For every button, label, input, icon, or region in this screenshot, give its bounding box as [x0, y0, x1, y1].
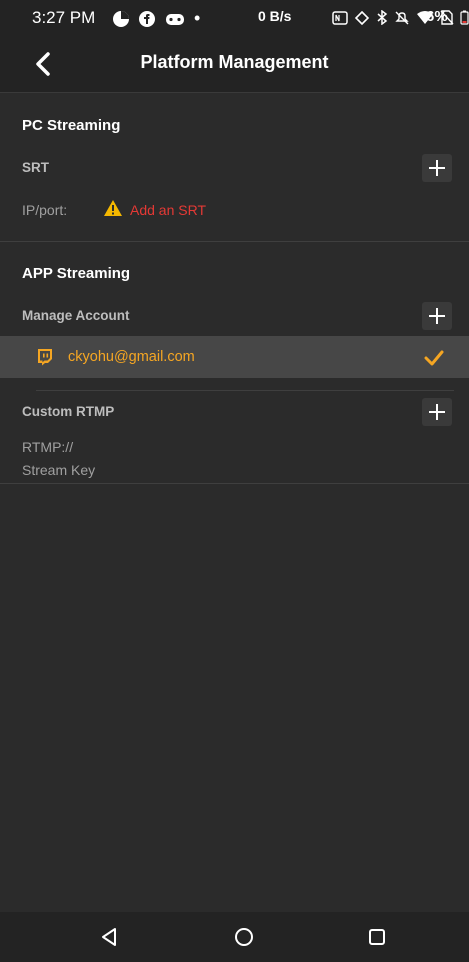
status-dot: • [194, 8, 201, 28]
system-nav-bar [0, 912, 469, 962]
status-bar: 3:27 PM • 0 B/s 6% [0, 0, 469, 36]
add-srt-button[interactable] [422, 154, 452, 182]
recents-square-icon[interactable] [366, 926, 388, 948]
srt-label: SRT [22, 160, 49, 175]
page-title: Platform Management [140, 52, 329, 72]
stream-key-label: Stream Key [22, 462, 96, 478]
status-time: 3:27 PM [32, 8, 96, 27]
status-notification-icons: • [112, 8, 200, 29]
add-account-button[interactable] [422, 302, 452, 330]
home-circle-icon[interactable] [233, 926, 255, 948]
rtmp-url-label: RTMP:// [22, 439, 74, 455]
sync-icon [354, 10, 370, 25]
game-controller-icon [166, 13, 184, 25]
warning-icon [104, 200, 122, 216]
checkmark-icon [424, 350, 444, 366]
account-email: ckyohu@gmail.com [68, 349, 195, 365]
account-row[interactable]: ckyohu@gmail.com [0, 336, 469, 378]
plus-icon [429, 160, 445, 176]
add-srt-link[interactable]: Add an SRT [130, 202, 206, 218]
twitch-icon [38, 349, 52, 366]
bluetooth-icon [377, 10, 388, 25]
plus-icon [429, 404, 445, 420]
app-header: Platform Management [0, 36, 469, 93]
battery-level: 6% [426, 8, 448, 25]
plus-icon [429, 308, 445, 324]
messenger-icon [139, 10, 155, 27]
section-divider [0, 241, 469, 242]
mute-icon [395, 11, 409, 25]
row-divider [36, 390, 454, 391]
pc-streaming-title: PC Streaming [22, 117, 121, 134]
status-system-icons [332, 10, 469, 25]
add-custom-rtmp-button[interactable] [422, 398, 452, 426]
ip-port-label: IP/port: [22, 202, 68, 218]
manage-account-label: Manage Account [22, 308, 130, 323]
back-triangle-icon[interactable] [98, 926, 120, 948]
nfc-icon [332, 10, 348, 25]
app-streaming-title: APP Streaming [22, 265, 131, 282]
custom-rtmp-label: Custom RTMP [22, 404, 115, 419]
section-divider [0, 483, 469, 484]
network-speed: 0 B/s [258, 8, 292, 24]
battery-icon [460, 10, 469, 25]
pie-app-icon [113, 10, 129, 27]
